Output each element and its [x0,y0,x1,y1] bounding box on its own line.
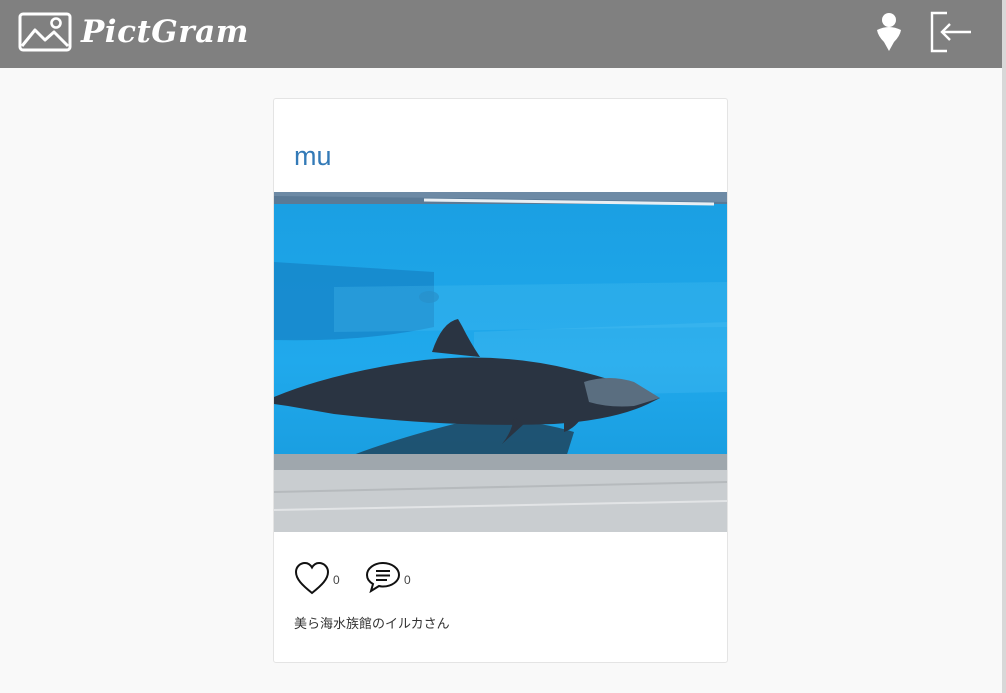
app-name: PictGram [81,14,249,50]
user-icon [877,13,901,51]
post-username-link[interactable]: mu [294,139,332,173]
logout-icon [930,11,971,53]
post-card: mu 0 0 美ら海水族館のイルカさん [273,98,728,663]
picture-icon [18,12,72,52]
heart-outline-icon [294,561,330,595]
comment-count: 0 [404,573,411,587]
comment-bubble-icon [365,561,401,594]
comment-button[interactable] [365,561,401,594]
top-navbar: PictGram [0,0,1002,68]
scrollbar-track[interactable] [1002,0,1006,693]
like-button[interactable] [294,561,330,595]
like-count: 0 [333,573,340,587]
post-caption: 美ら海水族館のイルカさん [294,617,450,632]
user-profile-button[interactable] [874,12,904,54]
app-logo-link[interactable]: PictGram [18,12,249,52]
post-photo[interactable] [274,192,727,532]
logout-button[interactable] [929,11,973,55]
